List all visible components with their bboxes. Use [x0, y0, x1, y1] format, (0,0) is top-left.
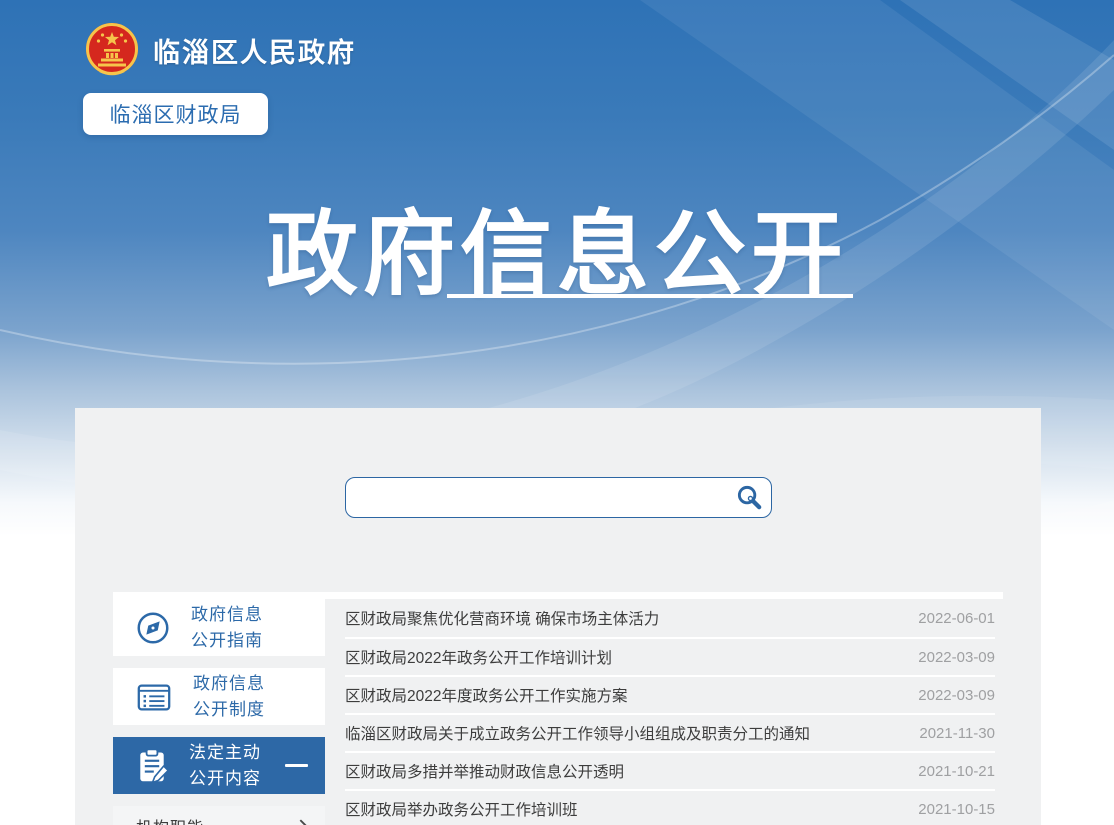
- department-button[interactable]: 临淄区财政局: [83, 93, 268, 135]
- page: 临淄区人民政府 临淄区财政局 政府信息公开: [0, 0, 1114, 825]
- sidebar-item-label: 法定主动 公开内容: [189, 740, 261, 792]
- article-date: 2022-03-09: [918, 649, 995, 666]
- sidebar-item-label: 政府信息 公开指南: [191, 602, 263, 654]
- article-list: 区财政局聚焦优化营商环境 确保市场主体活力 2022-06-01 区财政局202…: [345, 599, 995, 825]
- sidebar-subitem-org-functions[interactable]: 机构职能: [113, 806, 325, 825]
- search-button[interactable]: [727, 478, 771, 517]
- document-list-icon: [134, 678, 174, 716]
- search-input[interactable]: [346, 478, 727, 517]
- sidebar-item-guide[interactable]: 政府信息 公开指南: [113, 599, 325, 656]
- department-label: 临淄区财政局: [110, 99, 242, 129]
- sidebar-item-rules[interactable]: 政府信息 公开制度: [113, 668, 325, 725]
- article-title[interactable]: 区财政局多措并举推动财政信息公开透明: [345, 760, 624, 782]
- national-emblem-icon: [84, 20, 140, 80]
- compass-icon: [134, 609, 172, 647]
- list-item[interactable]: 区财政局举办政务公开工作培训班 2021-10-15: [345, 789, 995, 825]
- article-date: 2022-06-01: [918, 610, 995, 627]
- list-item[interactable]: 区财政局2022年度政务公开工作实施方案 2022-03-09: [345, 675, 995, 713]
- list-item[interactable]: 临淄区财政局关于成立政务公开工作领导小组组成及职责分工的通知 2021-11-3…: [345, 713, 995, 751]
- chevron-right-icon: [298, 818, 309, 825]
- sidebar: 政府信息 公开指南 政府信息 公开制度: [113, 599, 325, 825]
- article-date: 2021-10-21: [918, 763, 995, 780]
- section-divider: [113, 592, 1003, 599]
- sidebar-subitem-label: 机构职能: [136, 814, 204, 825]
- article-title[interactable]: 临淄区财政局关于成立政务公开工作领导小组组成及职责分工的通知: [345, 722, 810, 744]
- site-name: 临淄区人民政府: [153, 31, 356, 70]
- sidebar-item-statutory-disclosure[interactable]: 法定主动 公开内容: [113, 737, 325, 794]
- article-title[interactable]: 区财政局聚焦优化营商环境 确保市场主体活力: [345, 607, 659, 629]
- content-panel: 政府信息 公开指南 政府信息 公开制度: [75, 408, 1041, 825]
- article-date: 2022-03-09: [918, 687, 995, 704]
- title-underline: [447, 294, 853, 298]
- article-title[interactable]: 区财政局2022年度政务公开工作实施方案: [345, 684, 627, 706]
- list-item[interactable]: 区财政局聚焦优化营商环境 确保市场主体活力 2022-06-01: [345, 599, 995, 637]
- sidebar-item-label: 政府信息 公开制度: [193, 671, 265, 723]
- collapse-minus-icon[interactable]: [285, 764, 308, 767]
- search-icon: [736, 484, 763, 511]
- article-date: 2021-11-30: [919, 725, 995, 742]
- list-item[interactable]: 区财政局多措并举推动财政信息公开透明 2021-10-21: [345, 751, 995, 789]
- site-logo[interactable]: 临淄区人民政府: [84, 20, 356, 80]
- article-title[interactable]: 区财政局2022年政务公开工作培训计划: [345, 646, 612, 668]
- article-date: 2021-10-15: [918, 801, 995, 818]
- article-title[interactable]: 区财政局举办政务公开工作培训班: [345, 798, 578, 820]
- search-bar: [345, 477, 772, 518]
- list-item[interactable]: 区财政局2022年政务公开工作培训计划 2022-03-09: [345, 637, 995, 675]
- clipboard-pencil-icon: [134, 745, 170, 787]
